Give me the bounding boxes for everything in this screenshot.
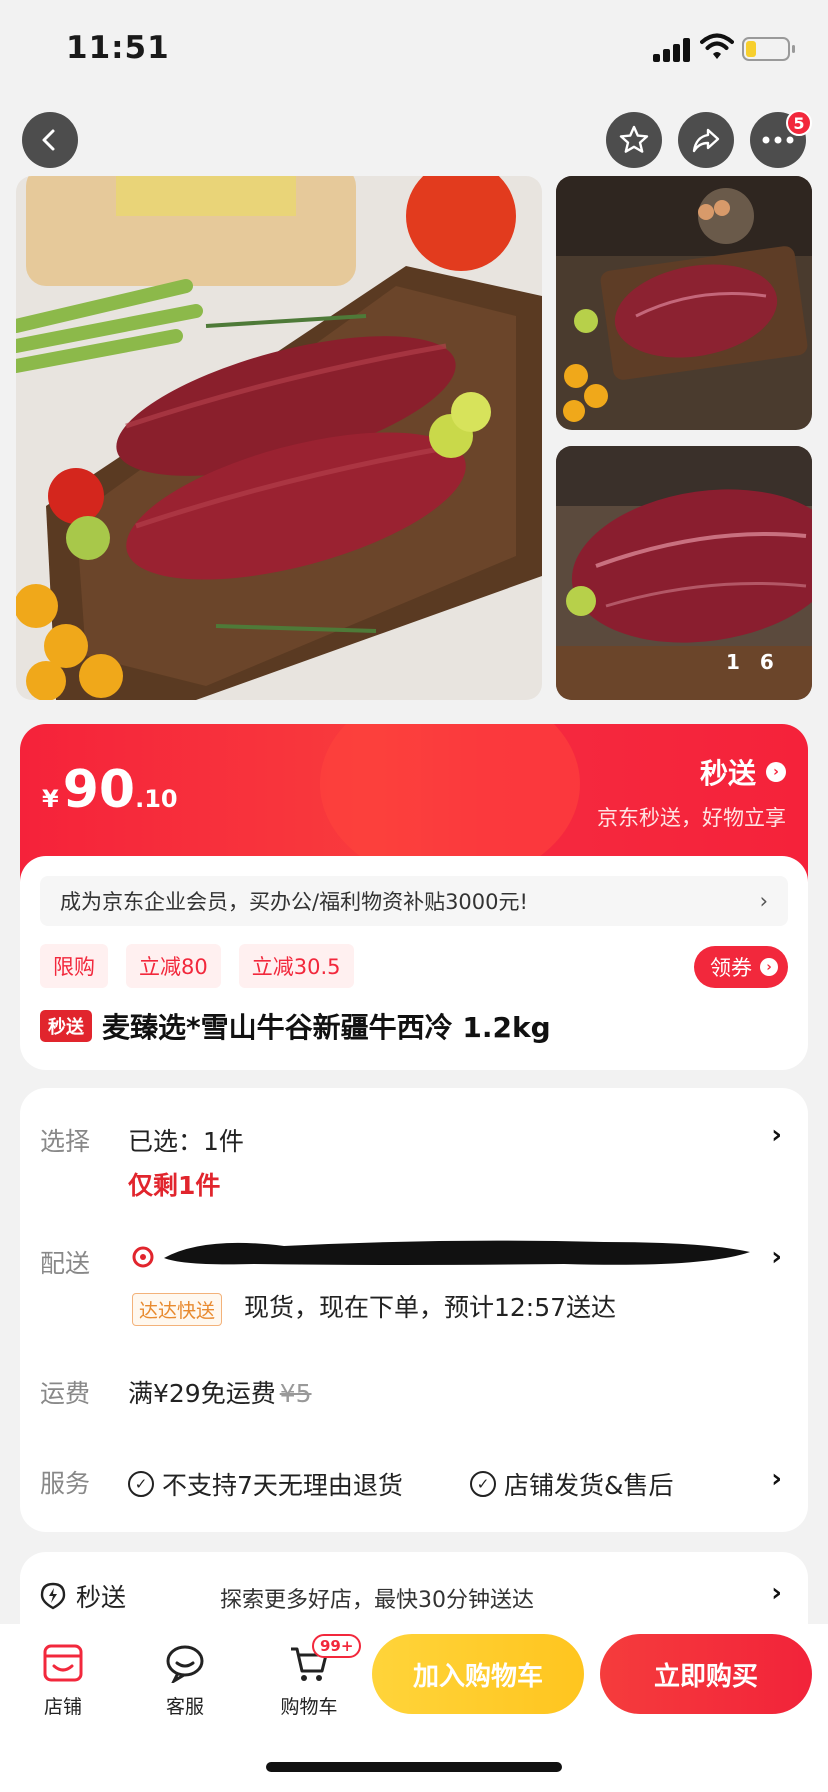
back-arrow-icon — [42, 129, 55, 151]
promo-tag-discount-80: 立减80 — [126, 944, 221, 988]
stock-remaining: 仅剩1件 — [128, 1171, 221, 1200]
lightning-pin-icon — [40, 1582, 66, 1610]
shipping-free-threshold: 满¥29免运费 — [128, 1379, 276, 1408]
share-button[interactable] — [678, 112, 734, 168]
select-label: 选择 — [40, 1127, 91, 1156]
delivery-eta: 现货，现在下单，预计12:57送达 — [244, 1293, 617, 1322]
service-item-store-aftersale: ✓ 店铺发货&售后 — [470, 1466, 674, 1502]
favorite-button[interactable] — [606, 112, 662, 168]
customer-service-button[interactable]: 客服 — [140, 1640, 230, 1719]
check-circle-icon: ✓ — [470, 1471, 496, 1497]
signal-icon — [653, 38, 693, 62]
back-button[interactable] — [22, 112, 78, 168]
get-coupon-button[interactable]: 领券 › — [694, 946, 788, 988]
miaosong-badge: 秒送 — [40, 1010, 92, 1042]
service-text-2: 店铺发货&售后 — [504, 1471, 674, 1500]
notification-badge: 5 — [786, 110, 812, 136]
gallery-current-index: 1 — [726, 650, 760, 674]
service-text-1: 不支持7天无理由退货 — [162, 1471, 403, 1500]
coupon-label: 领券 — [710, 956, 752, 980]
chevron-right-icon: › — [759, 889, 768, 913]
miaosong-label: 秒送 — [40, 1578, 126, 1614]
service-subtitle: 京东秒送，好物立享 — [597, 806, 786, 830]
miaosong-desc: 探索更多好店，最快30分钟送达 — [220, 1588, 534, 1613]
shop-label: 店铺 — [43, 1696, 82, 1718]
shipping-original-fee: ¥5 — [279, 1379, 312, 1408]
delivery-label: 配送 — [40, 1249, 91, 1278]
select-chevron-icon[interactable]: › — [771, 1120, 782, 1150]
product-info-card: 成为京东企业会员，买办公/福利物资补贴3000元! › 限购 立减80 立减30… — [20, 856, 808, 1070]
product-title-row: 秒送 麦臻选*雪山牛谷新疆牛西冷 1.2kg — [40, 1006, 551, 1046]
check-circle-icon: ✓ — [128, 1471, 154, 1497]
chevron-right-icon: › — [760, 958, 778, 976]
price-currency: ¥ — [42, 785, 59, 813]
status-bar: 11:51 — [0, 0, 828, 100]
price-integer: 90 — [62, 760, 136, 820]
promo-tags: 限购 立减80 立减30.5 — [40, 944, 354, 988]
chat-icon — [166, 1645, 204, 1683]
buy-now-button[interactable]: 立即购买 — [600, 1634, 812, 1714]
purchase-details-card: 选择 已选：1件 › 仅剩1件 配送 › 达达快送 现货，现在下单，预计12:5… — [20, 1088, 808, 1532]
delivery-chevron-icon[interactable]: › — [771, 1242, 782, 1272]
cart-count-badge: 99+ — [312, 1634, 362, 1658]
promo-tag-discount-30-5: 立减30.5 — [238, 944, 354, 988]
star-icon — [619, 125, 649, 153]
shop-button[interactable]: 店铺 — [18, 1640, 108, 1719]
service-item-no-return: ✓ 不支持7天无理由退货 — [128, 1466, 403, 1502]
gallery-pager: 16 — [726, 650, 794, 674]
share-icon — [692, 128, 720, 153]
product-title: 麦臻选*雪山牛谷新疆牛西冷 1.2kg — [102, 1011, 551, 1044]
add-to-cart-button[interactable]: 加入购物车 — [372, 1634, 584, 1714]
price-decimal: .10 — [135, 785, 178, 813]
service-title[interactable]: 秒送 › — [700, 752, 786, 792]
product-thumb-image-1[interactable] — [556, 176, 812, 430]
more-dots-icon — [762, 136, 794, 144]
product-main-image[interactable] — [16, 176, 542, 700]
gallery-total-count: 6 — [759, 650, 794, 674]
delivery-method-tag: 达达快送 — [132, 1293, 223, 1326]
service-label: 服务 — [40, 1469, 91, 1498]
redacted-address[interactable] — [144, 1232, 760, 1272]
price: ¥ 90 .10 — [42, 760, 178, 820]
miaosong-label-text: 秒送 — [76, 1583, 127, 1612]
home-indicator — [266, 1762, 562, 1772]
chevron-right-icon: › — [766, 762, 786, 782]
shipping-value: 满¥29免运费 ¥5 — [128, 1374, 312, 1410]
wifi-icon — [700, 33, 734, 59]
cart-label: 购物车 — [280, 1696, 338, 1718]
shipping-label: 运费 — [40, 1379, 91, 1408]
promo-tag-limit: 限购 — [40, 944, 108, 988]
battery-icon — [742, 37, 795, 61]
service-title-text: 秒送 — [699, 757, 756, 790]
select-value[interactable]: 已选：1件 — [128, 1122, 244, 1158]
store-icon — [43, 1644, 83, 1682]
service-chevron-icon[interactable]: › — [771, 1464, 782, 1494]
customer-service-label: 客服 — [165, 1696, 204, 1718]
member-promo-text: 成为京东企业会员，买办公/福利物资补贴3000元! — [60, 890, 528, 914]
miaosong-chevron-icon[interactable]: › — [771, 1578, 782, 1608]
member-promo-banner[interactable]: 成为京东企业会员，买办公/福利物资补贴3000元! › — [40, 876, 788, 926]
status-time: 11:51 — [66, 30, 170, 66]
